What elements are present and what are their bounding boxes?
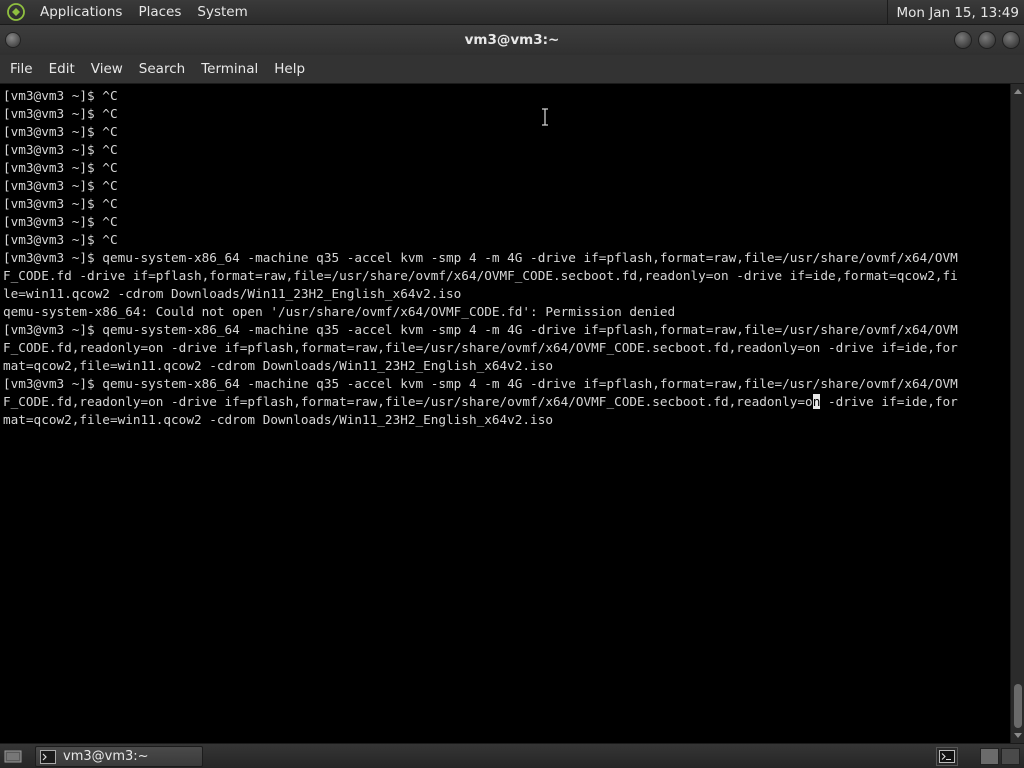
terminal-line: [vm3@vm3 ~]$ ^C — [3, 106, 118, 121]
workspace-2[interactable] — [1001, 748, 1020, 765]
close-button[interactable] — [1002, 31, 1020, 49]
terminal-line: F_CODE.fd,readonly=on -drive if=pflash,f… — [3, 340, 958, 355]
terminal-error-line: qemu-system-x86_64: Could not open '/usr… — [3, 304, 676, 319]
taskbar-item-terminal[interactable]: vm3@vm3:~ — [35, 746, 203, 767]
scroll-down-icon[interactable] — [1013, 731, 1023, 741]
terminal-cursor-line: F_CODE.fd,readonly=on -drive if=pflash,f… — [3, 393, 1010, 411]
menu-file[interactable]: File — [2, 55, 41, 84]
window-controls — [954, 31, 1020, 49]
menubar: File Edit View Search Terminal Help — [0, 55, 1024, 84]
terminal-line: [vm3@vm3 ~]$ ^C — [3, 124, 118, 139]
workspace-switcher — [980, 748, 1020, 765]
maximize-button[interactable] — [978, 31, 996, 49]
terminal-line: [vm3@vm3 ~]$ ^C — [3, 142, 118, 157]
terminal-line: [vm3@vm3 ~]$ ^C — [3, 88, 118, 103]
terminal-tray-icon[interactable] — [936, 747, 958, 766]
ibeam-pointer-icon — [542, 108, 548, 126]
window-title: vm3@vm3:~ — [464, 32, 560, 48]
terminal-line: [vm3@vm3 ~]$ ^C — [3, 178, 118, 193]
bottom-panel: vm3@vm3:~ — [0, 743, 1024, 768]
places-menu[interactable]: Places — [130, 0, 189, 25]
scroll-up-icon[interactable] — [1013, 86, 1023, 96]
terminal-line: [vm3@vm3 ~]$ qemu-system-x86_64 -machine… — [3, 322, 958, 337]
terminal-line: [vm3@vm3 ~]$ qemu-system-x86_64 -machine… — [3, 250, 958, 265]
terminal-line: le=win11.qcow2 -cdrom Downloads/Win11_23… — [3, 286, 462, 301]
terminal-output[interactable]: [vm3@vm3 ~]$ ^C [vm3@vm3 ~]$ ^C [vm3@vm3… — [0, 84, 1010, 743]
top-panel: Applications Places System Mon Jan 15, 1… — [0, 0, 1024, 25]
clock[interactable]: Mon Jan 15, 13:49 — [887, 0, 1019, 25]
show-desktop-icon[interactable] — [4, 749, 22, 764]
menu-terminal[interactable]: Terminal — [193, 55, 266, 84]
cursor-line-before: F_CODE.fd,readonly=on -drive if=pflash,f… — [3, 394, 813, 409]
terminal-line: F_CODE.fd -drive if=pflash,format=raw,fi… — [3, 268, 958, 283]
window-titlebar[interactable]: vm3@vm3:~ — [0, 25, 1024, 55]
terminal-line: [vm3@vm3 ~]$ ^C — [3, 160, 118, 175]
terminal-line: mat=qcow2,file=win11.qcow2 -cdrom Downlo… — [3, 358, 553, 373]
workspace-1[interactable] — [980, 748, 999, 765]
cursor-line-after: -drive if=ide,for — [820, 394, 958, 409]
terminal-line: mat=qcow2,file=win11.qcow2 -cdrom Downlo… — [3, 412, 553, 427]
terminal-line: [vm3@vm3 ~]$ ^C — [3, 214, 118, 229]
system-menu[interactable]: System — [189, 0, 255, 25]
minimize-button[interactable] — [954, 31, 972, 49]
terminal-line: [vm3@vm3 ~]$ ^C — [3, 196, 118, 211]
terminal-icon — [40, 749, 56, 764]
terminal-line: [vm3@vm3 ~]$ qemu-system-x86_64 -machine… — [3, 376, 958, 391]
menu-search[interactable]: Search — [131, 55, 193, 84]
window-menu-button[interactable] — [5, 32, 21, 48]
scrollbar-thumb[interactable] — [1014, 684, 1022, 728]
menu-view[interactable]: View — [83, 55, 131, 84]
terminal-line: [vm3@vm3 ~]$ ^C — [3, 232, 118, 247]
menu-edit[interactable]: Edit — [41, 55, 83, 84]
terminal-scrollbar[interactable] — [1010, 84, 1024, 743]
applications-menu[interactable]: Applications — [32, 0, 130, 25]
taskbar-item-label: vm3@vm3:~ — [63, 749, 149, 764]
menu-help[interactable]: Help — [266, 55, 313, 84]
mate-logo-icon[interactable] — [6, 2, 26, 22]
